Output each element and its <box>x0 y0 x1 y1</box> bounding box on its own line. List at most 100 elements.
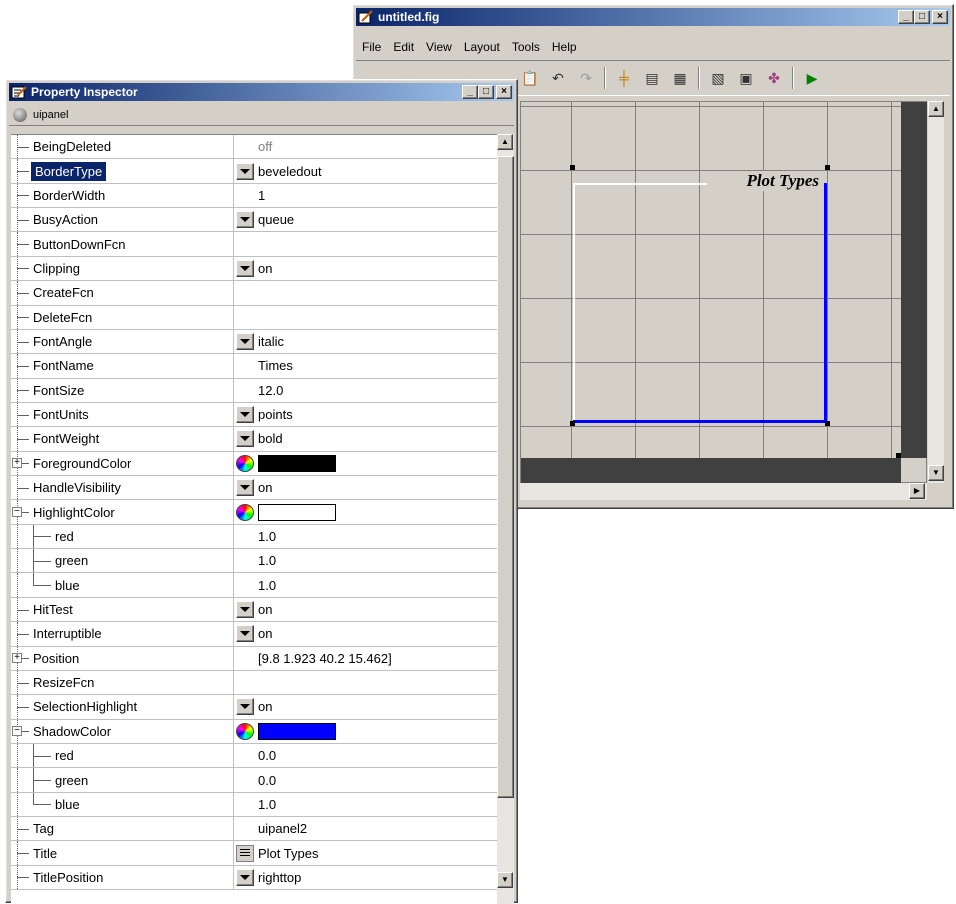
color-swatch[interactable] <box>258 722 336 740</box>
property-value-cell[interactable] <box>234 232 497 257</box>
property-name-cell[interactable]: ButtonDownFcn <box>11 232 234 257</box>
property-name-cell[interactable]: blue <box>11 792 234 818</box>
property-name-cell[interactable]: red <box>11 743 234 769</box>
figure-titlebar[interactable]: untitled.fig _ □ × <box>356 8 950 26</box>
property-name-cell[interactable]: + ForegroundColor <box>11 451 234 477</box>
property-inspector-icon[interactable]: ▣ <box>735 67 757 89</box>
property-value-cell[interactable]: italic <box>234 330 497 355</box>
chevron-down-icon[interactable] <box>236 868 254 886</box>
property-value-cell[interactable]: uipanel2 <box>234 817 497 842</box>
property-value-cell[interactable] <box>234 281 497 306</box>
collapse-icon[interactable]: − <box>12 507 22 518</box>
property-value-cell[interactable]: 1.0 <box>234 793 497 818</box>
property-value-cell[interactable]: 0.0 <box>234 768 497 793</box>
property-name-cell[interactable]: TitlePosition <box>11 865 234 891</box>
color-wheel-icon[interactable] <box>236 722 254 740</box>
property-name-cell[interactable]: FontName <box>11 354 234 379</box>
color-wheel-icon[interactable] <box>236 503 254 521</box>
maximize-button[interactable]: □ <box>914 10 930 24</box>
property-row[interactable]: TitlePosition righttop <box>11 865 497 891</box>
property-name-cell[interactable]: HandleVisibility <box>11 476 234 501</box>
scroll-down-button[interactable]: ▼ <box>928 465 944 481</box>
chevron-down-icon[interactable] <box>236 211 254 229</box>
property-name-cell[interactable]: FontWeight <box>11 427 234 452</box>
property-value-cell[interactable]: points <box>234 403 497 428</box>
property-name-cell[interactable]: − ShadowColor <box>11 719 234 744</box>
property-row[interactable]: green 1.0 <box>11 549 497 574</box>
property-name-cell[interactable]: Clipping <box>11 256 234 282</box>
minimize-button[interactable]: _ <box>898 10 914 24</box>
scroll-up-button[interactable]: ▲ <box>497 134 513 150</box>
property-name-cell[interactable]: BorderType <box>11 159 234 184</box>
property-value-cell[interactable]: [9.8 1.923 40.2 15.462] <box>234 647 497 671</box>
color-swatch[interactable] <box>258 454 336 472</box>
color-swatch[interactable] <box>258 503 336 521</box>
property-name-cell[interactable]: CreateFcn <box>11 281 234 306</box>
property-name-cell[interactable]: Interruptible <box>11 622 234 647</box>
property-value-cell[interactable] <box>234 671 497 696</box>
property-row[interactable]: − HighlightColor <box>11 500 497 525</box>
property-row[interactable]: BorderWidth 1 <box>11 183 497 209</box>
property-value-cell[interactable]: on <box>234 598 497 623</box>
scroll-up-button[interactable]: ▲ <box>928 101 944 117</box>
property-value-cell[interactable]: 1.0 <box>234 573 497 598</box>
property-row[interactable]: Title Plot Types <box>11 841 497 866</box>
property-name-cell[interactable]: FontAngle <box>11 329 234 355</box>
menu-file[interactable]: File <box>362 40 381 54</box>
close-button[interactable]: × <box>496 85 512 99</box>
property-row[interactable]: SelectionHighlight on <box>11 695 497 720</box>
property-name-cell[interactable]: + Position <box>11 646 234 671</box>
property-value-cell[interactable]: Plot Types <box>234 841 497 866</box>
tab-order-icon[interactable]: ▦ <box>669 67 691 89</box>
maximize-button[interactable]: □ <box>478 85 494 99</box>
property-name-cell[interactable]: − HighlightColor <box>11 500 234 525</box>
property-row[interactable]: ButtonDownFcn <box>11 232 497 257</box>
property-row[interactable]: FontAngle italic <box>11 329 497 355</box>
property-row[interactable]: − ShadowColor <box>11 719 497 744</box>
property-row[interactable]: ResizeFcn <box>11 670 497 696</box>
property-row[interactable]: + ForegroundColor <box>11 451 497 477</box>
canvas-vertical-scrollbar[interactable]: ▲ ▼ <box>927 101 944 483</box>
property-name-cell[interactable]: HitTest <box>11 597 234 623</box>
property-value-cell[interactable] <box>234 720 497 744</box>
property-row[interactable]: Interruptible on <box>11 622 497 647</box>
property-name-cell[interactable]: BeingDeleted <box>11 135 234 160</box>
inspector-scrollbar[interactable]: ▲ ▼ <box>497 134 514 904</box>
property-row[interactable]: CreateFcn <box>11 281 497 306</box>
selection-handle-bl[interactable] <box>570 421 575 426</box>
chevron-down-icon[interactable] <box>236 625 254 643</box>
scroll-down-button[interactable]: ▼ <box>497 872 513 888</box>
figure-resize-handle[interactable] <box>896 453 901 458</box>
property-name-cell[interactable]: blue <box>11 573 234 598</box>
align-icon[interactable]: ╪ <box>613 67 635 89</box>
menu-help[interactable]: Help <box>552 40 577 54</box>
property-name-cell[interactable]: BusyAction <box>11 208 234 233</box>
run-icon[interactable]: ▶ <box>801 67 823 89</box>
property-row[interactable]: red 1.0 <box>11 524 497 550</box>
menu-edit[interactable]: Edit <box>393 40 414 54</box>
property-value-cell[interactable]: on <box>234 695 497 720</box>
property-value-cell[interactable] <box>234 452 497 477</box>
property-row[interactable]: BusyAction queue <box>11 208 497 233</box>
chevron-down-icon[interactable] <box>236 601 254 618</box>
property-row[interactable]: + Position [9.8 1.923 40.2 15.462] <box>11 646 497 671</box>
selection-handle-tr[interactable] <box>825 165 830 170</box>
property-row[interactable]: red 0.0 <box>11 743 497 769</box>
property-row[interactable]: FontWeight bold <box>11 427 497 452</box>
property-value-cell[interactable]: Times <box>234 354 497 379</box>
menu-view[interactable]: View <box>426 40 452 54</box>
property-name-cell[interactable]: FontSize <box>11 378 234 403</box>
property-row[interactable]: FontUnits points <box>11 402 497 428</box>
paste-icon[interactable]: 📋 <box>519 67 541 89</box>
canvas-horizontal-scrollbar[interactable]: ▶ <box>520 483 927 500</box>
property-name-cell[interactable]: red <box>11 524 234 550</box>
uipanel-plot-types[interactable]: Plot Types <box>570 165 830 426</box>
expand-icon[interactable]: + <box>12 458 22 469</box>
property-row[interactable]: BeingDeleted off <box>11 135 497 160</box>
close-button[interactable]: × <box>932 10 948 24</box>
scroll-thumb[interactable] <box>497 156 514 798</box>
text-edit-icon[interactable] <box>236 844 254 862</box>
property-value-cell[interactable]: on <box>234 257 497 282</box>
property-value-cell[interactable]: on <box>234 476 497 501</box>
chevron-down-icon[interactable] <box>236 333 254 351</box>
